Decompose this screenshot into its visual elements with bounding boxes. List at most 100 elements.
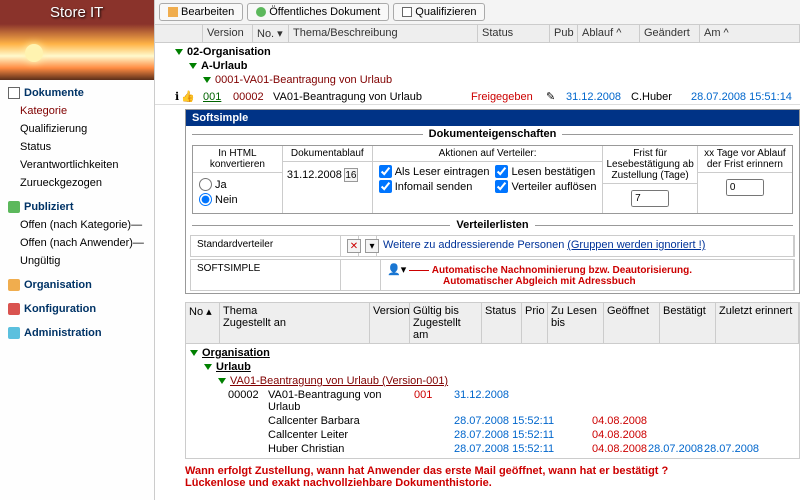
h-prio[interactable]: Prio (522, 303, 548, 344)
edit-button[interactable]: Bearbeiten (159, 3, 243, 21)
gruppen-hint: (Gruppen werden ignoriert !) (567, 239, 705, 251)
h-thema[interactable]: ThemaZugestellt an (220, 303, 370, 344)
nav-offen-anw[interactable]: Offen (nach Anwender) — (6, 234, 148, 252)
history-header: No ▴ ThemaZugestellt an Version Gültig b… (186, 303, 799, 344)
document-row[interactable]: ℹ👍 001 00002 VA01-Beantragung von Urlaub… (155, 89, 800, 105)
radio-ja[interactable]: Ja (199, 177, 276, 192)
nav-offen-kat[interactable]: Offen (nach Kategorie) — (6, 216, 148, 234)
col-am[interactable]: Am ^ (700, 25, 800, 42)
section-props: Dokumenteigenschaften (186, 126, 799, 142)
hist-p2: Callcenter Leiter 28.07.2008 15:52:11 04… (190, 428, 795, 442)
publish-icon (8, 201, 20, 213)
qualify-button[interactable]: Qualifizieren (393, 3, 485, 21)
detail-panel: Softsimple Dokumenteigenschaften In HTML… (185, 109, 800, 294)
col-thema[interactable]: Thema/Beschreibung (289, 25, 478, 42)
col-frist: Frist für Lesebestätigung ab Zustellung … (603, 146, 696, 184)
h-zuletzt[interactable]: Zuletzt erinnert (716, 303, 799, 344)
expand-icon (203, 77, 211, 83)
tree-urlaub[interactable]: A-Urlaub (175, 59, 800, 73)
h-geoeffnet[interactable]: Geöffnet (604, 303, 660, 344)
config-icon (8, 303, 20, 315)
tree-org[interactable]: 02-Organisation (175, 45, 800, 59)
verteiler-row1: Standardverteiler ✕ ▾ Weitere zu address… (190, 235, 795, 257)
history-grid: No ▴ ThemaZugestellt an Version Gültig b… (185, 302, 800, 459)
frist-input[interactable] (631, 190, 669, 207)
person-picker-icon[interactable]: 👤▾ (387, 264, 406, 276)
hist-row-main: 00002 VA01-Beantragung von Urlaub 001 31… (190, 388, 795, 414)
nav-qualifizierung[interactable]: Qualifizierung (6, 120, 148, 138)
radio-nein[interactable]: Nein (199, 192, 276, 207)
org-icon (8, 279, 20, 291)
row-version[interactable]: 001 (203, 91, 233, 103)
info-icon: ℹ (175, 90, 179, 103)
chk-infomail[interactable]: Infomail senden (379, 179, 490, 194)
annot-auto2: Automatischer Abgleich mit Adressbuch (443, 274, 636, 289)
chk-lesen[interactable]: Lesen bestätigen (495, 164, 596, 179)
chk-aufloesen[interactable]: Verteiler auflösen (495, 179, 596, 194)
erinnern-input[interactable] (726, 179, 764, 196)
app-title: Store IT (50, 4, 103, 21)
logo: Store IT (0, 0, 154, 80)
col-no[interactable]: No. ▾ (253, 25, 289, 42)
bottom-annotation: Wann erfolgt Zustellung, wann hat Anwend… (155, 459, 800, 493)
hist-p3: Huber Christian 28.07.2008 15:52:11 04.0… (190, 442, 795, 456)
edit-icon (168, 7, 178, 17)
hist-org[interactable]: Organisation (190, 346, 795, 360)
nav-publiziert[interactable]: Publiziert (6, 198, 148, 216)
detail-title: Softsimple (186, 110, 799, 126)
row-pub-icon: ✎ (546, 90, 566, 103)
h-gueltig[interactable]: Gültig bisZugestellt am (410, 303, 482, 344)
row-no: 00002 (233, 91, 273, 103)
toolbar: Bearbeiten Öffentliches Dokument Qualifi… (155, 0, 800, 25)
tree-doc[interactable]: 0001-VA01-Beantragung von Urlaub (175, 73, 800, 87)
h-version[interactable]: Version (370, 303, 410, 344)
row-am: 28.07.2008 15:51:14 (691, 91, 796, 103)
expand-icon (175, 49, 183, 55)
row-ablauf: 31.12.2008 (566, 91, 631, 103)
row-thema: VA01-Beantragung von Urlaub (273, 91, 471, 103)
col-ablauf[interactable]: Ablauf ^ (578, 25, 640, 42)
col-aktionen: Aktionen auf Verteiler: (373, 146, 603, 162)
nav-organisation[interactable]: Organisation (6, 276, 148, 294)
grid-header: Version No. ▾ Thema/Beschreibung Status … (155, 25, 800, 43)
col-html: In HTML konvertieren (193, 146, 282, 173)
qualify-icon (402, 7, 412, 17)
nav: Dokumente Kategorie Qualifizierung Statu… (0, 80, 154, 346)
doc-tree: 02-Organisation A-Urlaub 0001-VA01-Beant… (155, 43, 800, 89)
weitere-label: Weitere zu addressierende Personen (383, 239, 564, 251)
col-version[interactable]: Version (203, 25, 253, 42)
col-ablauf-label: Dokumentablauf (283, 146, 372, 162)
softsimple-label: SOFTSIMPLE (191, 260, 341, 290)
document-icon (8, 87, 20, 99)
hist-doc[interactable]: VA01-Beantragung von Urlaub (Version-001… (190, 374, 795, 388)
hist-urlaub[interactable]: Urlaub (190, 360, 795, 374)
hist-p1: Callcenter Barbara 28.07.2008 15:52:11 0… (190, 414, 795, 428)
nav-konfiguration[interactable]: Konfiguration (6, 300, 148, 318)
nav-dokumente[interactable]: Dokumente (6, 84, 148, 102)
col-pub[interactable]: Pub (550, 25, 578, 42)
h-zulesen[interactable]: Zu Lesen bis (548, 303, 604, 344)
h-bestaetigt[interactable]: Bestätigt (660, 303, 716, 344)
col-erinnern: xx Tage vor Ablauf der Frist erinnern (698, 146, 792, 173)
thumbs-icon: 👍 (181, 90, 195, 103)
public-icon (256, 7, 266, 17)
col-status[interactable]: Status (478, 25, 550, 42)
nav-status[interactable]: Status (6, 138, 148, 156)
nav-ungueltig[interactable]: Ungültig (6, 252, 148, 270)
nav-verantwortlich[interactable]: Verantwortlichkeiten (6, 156, 148, 174)
std-verteiler-label: Standardverteiler (191, 236, 341, 256)
nav-zurueck[interactable]: Zurueckgezogen (6, 174, 148, 192)
nav-kategorie[interactable]: Kategorie (6, 102, 148, 120)
col-geaendert[interactable]: Geändert (640, 25, 700, 42)
ablauf-value: 31.12.2008 (287, 169, 342, 181)
row-status: Freigegeben (471, 91, 546, 103)
expand-icon (189, 63, 197, 69)
nav-administration[interactable]: Administration (6, 324, 148, 342)
date-picker-button[interactable]: 16 (344, 168, 358, 182)
chk-leser[interactable]: Als Leser eintragen (379, 164, 490, 179)
public-doc-button[interactable]: Öffentliches Dokument (247, 3, 389, 21)
h-no[interactable]: No ▴ (186, 303, 220, 344)
admin-icon (8, 327, 20, 339)
sidebar: Store IT Dokumente Kategorie Qualifizier… (0, 0, 155, 500)
h-status[interactable]: Status (482, 303, 522, 344)
